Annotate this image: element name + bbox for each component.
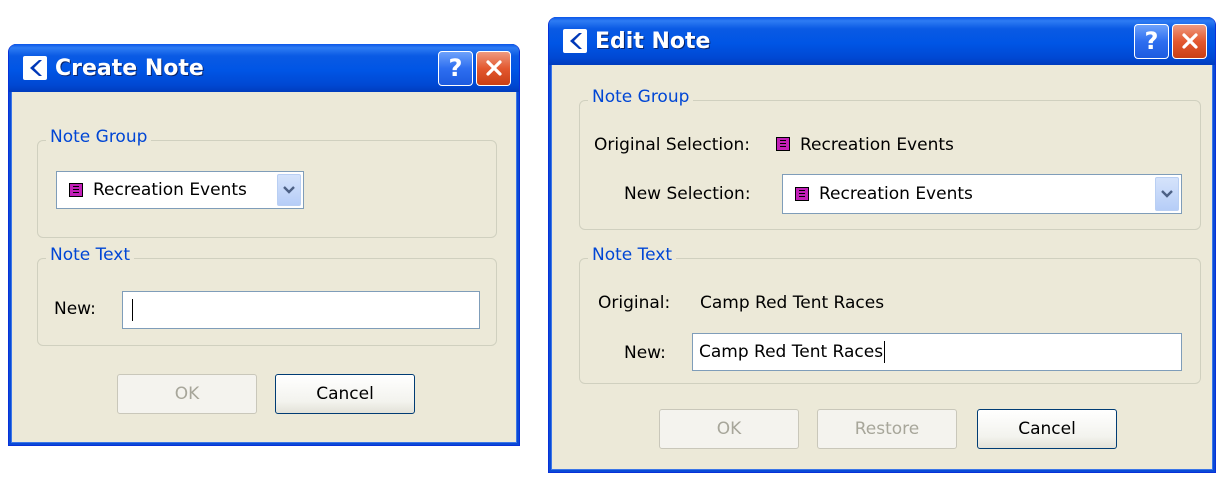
note-text-legend: Note Text (46, 245, 135, 265)
dialog-title: Edit Note (595, 28, 711, 54)
note-text-legend: Note Text (588, 245, 677, 265)
create-note-dialog: Create Note ? Note Group Recreation Even… (8, 44, 520, 446)
edit-note-dialog: Edit Note ? Note Group Original Selectio… (548, 17, 1216, 473)
original-text-value: Camp Red Tent Races (700, 293, 885, 313)
note-group-legend: Note Group (46, 127, 152, 147)
close-button[interactable] (476, 50, 511, 86)
ok-button[interactable]: OK (659, 409, 799, 449)
note-group-select[interactable]: Recreation Events (56, 171, 304, 209)
chevron-down-icon[interactable] (1155, 177, 1179, 211)
edit-note-titlebar[interactable]: Edit Note ? (549, 17, 1215, 65)
close-button[interactable] (1172, 23, 1207, 59)
original-selection-value: Recreation Events (776, 135, 954, 155)
new-text-label: New: (54, 299, 96, 319)
new-text-input[interactable] (122, 291, 480, 329)
create-note-titlebar[interactable]: Create Note ? (9, 44, 519, 92)
dialog-title: Create Note (55, 55, 204, 81)
new-text-label: New: (624, 343, 666, 363)
cancel-button[interactable]: Cancel (275, 374, 415, 414)
note-text-box: Note Text New: (37, 245, 497, 346)
help-button[interactable]: ? (1134, 23, 1169, 59)
note-group-icon (795, 187, 809, 201)
note-group-icon (776, 137, 790, 151)
new-text-value: Camp Red Tent Races (699, 342, 884, 362)
help-button[interactable]: ? (438, 50, 473, 86)
restore-button[interactable]: Restore (817, 409, 957, 449)
original-text-label: Original: (598, 293, 671, 313)
ok-button[interactable]: OK (117, 374, 257, 414)
note-group-box: Note Group Recreation Events (37, 127, 497, 238)
text-caret (132, 299, 133, 321)
cancel-button[interactable]: Cancel (977, 409, 1117, 449)
app-logo-icon (23, 56, 47, 80)
new-selection-label: New Selection: (624, 184, 751, 204)
new-selection-select[interactable]: Recreation Events (782, 174, 1182, 214)
note-group-legend: Note Group (588, 87, 694, 107)
original-selection-label: Original Selection: (594, 135, 750, 155)
new-text-input[interactable]: Camp Red Tent Races (692, 333, 1182, 371)
note-group-box: Note Group Original Selection: Recreatio… (579, 87, 1201, 230)
note-text-box: Note Text Original: Camp Red Tent Races … (579, 245, 1201, 384)
close-icon (485, 60, 502, 76)
close-icon (1181, 33, 1198, 49)
note-group-selected: Recreation Events (93, 180, 247, 200)
text-caret (884, 341, 886, 363)
app-logo-icon (563, 29, 587, 53)
note-group-icon (69, 183, 83, 197)
new-selection-value: Recreation Events (819, 184, 973, 204)
chevron-down-icon[interactable] (277, 174, 301, 206)
